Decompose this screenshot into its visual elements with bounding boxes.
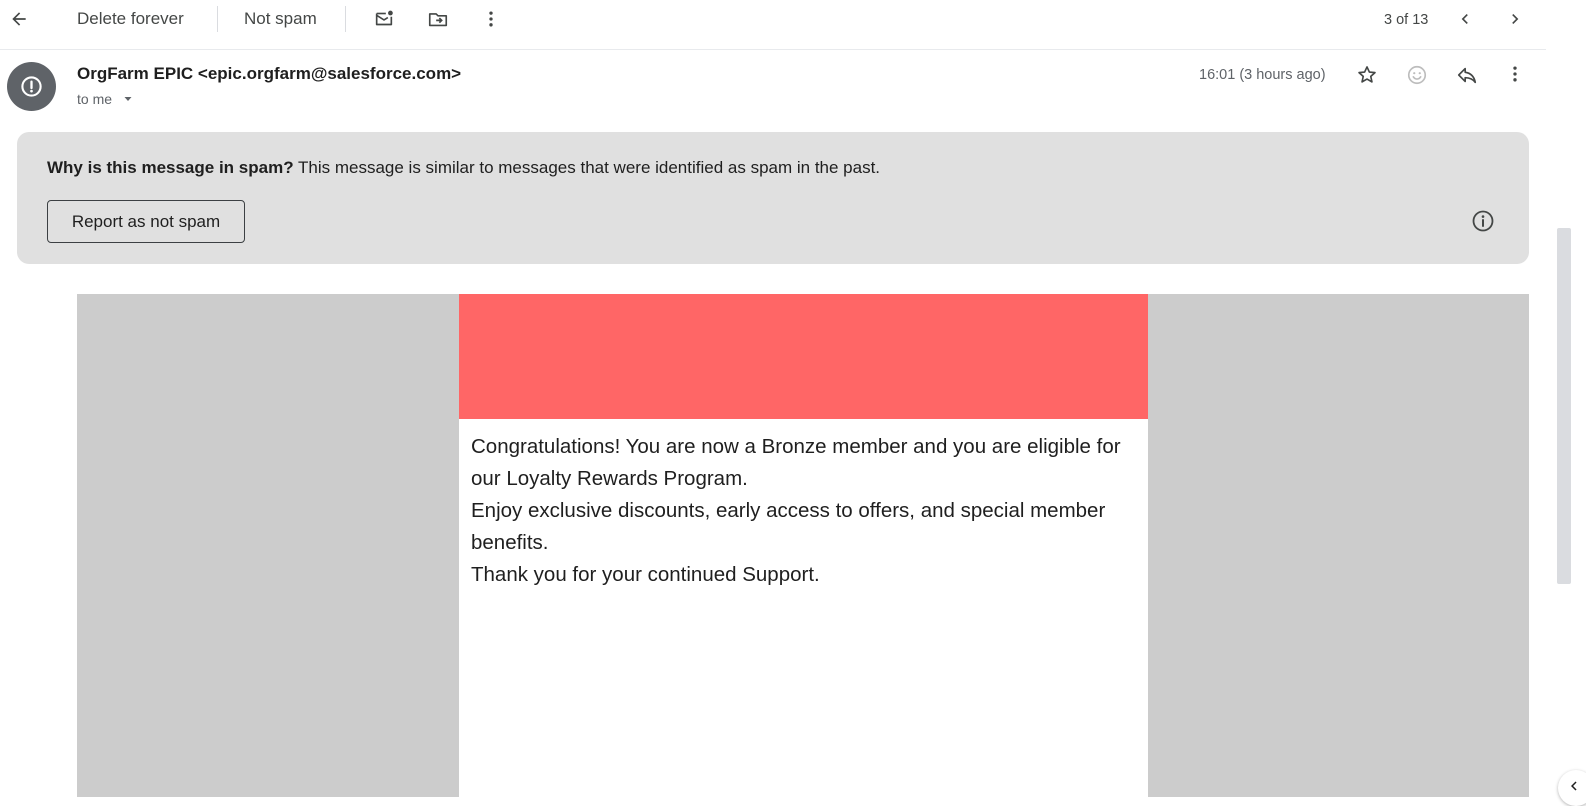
chevron-left-icon: [1565, 777, 1583, 795]
not-spam-button[interactable]: Not spam: [244, 9, 317, 29]
alert-circle-icon: [20, 75, 43, 98]
spam-question: Why is this message in spam?: [47, 158, 294, 177]
move-to-icon[interactable]: [427, 8, 449, 30]
spam-warning-text: Why is this message in spam? This messag…: [47, 158, 880, 178]
sender-avatar: [7, 62, 56, 111]
delete-forever-button[interactable]: Delete forever: [77, 9, 184, 29]
sender-name[interactable]: OrgFarm EPIC <epic.orgfarm@salesforce.co…: [77, 64, 461, 84]
pagination-count: 3 of 13: [1384, 12, 1429, 28]
email-paragraph: Thank you for your continued Support.: [471, 563, 820, 586]
toolbar-separator: [345, 6, 346, 32]
toolbar-separator: [217, 6, 218, 32]
email-content-card: Congratulations! You are now a Bronze me…: [459, 294, 1148, 797]
email-paragraph: Congratulations! You are now a Bronze me…: [471, 435, 1121, 490]
emoji-icon[interactable]: [1406, 64, 1428, 86]
spam-warning-banner: [17, 132, 1529, 264]
message-timestamp: 16:01 (3 hours ago): [1199, 67, 1326, 83]
info-icon[interactable]: [1471, 209, 1495, 233]
email-body-text: Congratulations! You are now a Bronze me…: [471, 431, 1136, 591]
scrollbar-thumb[interactable]: [1557, 228, 1571, 584]
side-panel-toggle[interactable]: [1558, 770, 1586, 806]
reply-icon[interactable]: [1456, 64, 1478, 86]
caret-down-icon[interactable]: [122, 93, 134, 105]
email-paragraph: Enjoy exclusive discounts, early access …: [471, 499, 1106, 554]
more-vert-icon[interactable]: [1505, 64, 1525, 84]
recipient-details[interactable]: to me: [77, 90, 132, 108]
more-vert-icon[interactable]: [481, 9, 501, 29]
toolbar-divider: [0, 49, 1546, 50]
chevron-right-icon[interactable]: [1505, 9, 1525, 29]
back-arrow-icon[interactable]: [9, 9, 29, 29]
chevron-left-icon[interactable]: [1455, 9, 1475, 29]
spam-explanation: This message is similar to messages that…: [293, 158, 881, 177]
email-hero-banner: [459, 294, 1148, 419]
report-not-spam-button[interactable]: Report as not spam: [47, 200, 245, 243]
recipient-label: to me: [77, 91, 113, 107]
mark-unread-icon[interactable]: [373, 8, 395, 30]
star-icon[interactable]: [1356, 64, 1378, 86]
